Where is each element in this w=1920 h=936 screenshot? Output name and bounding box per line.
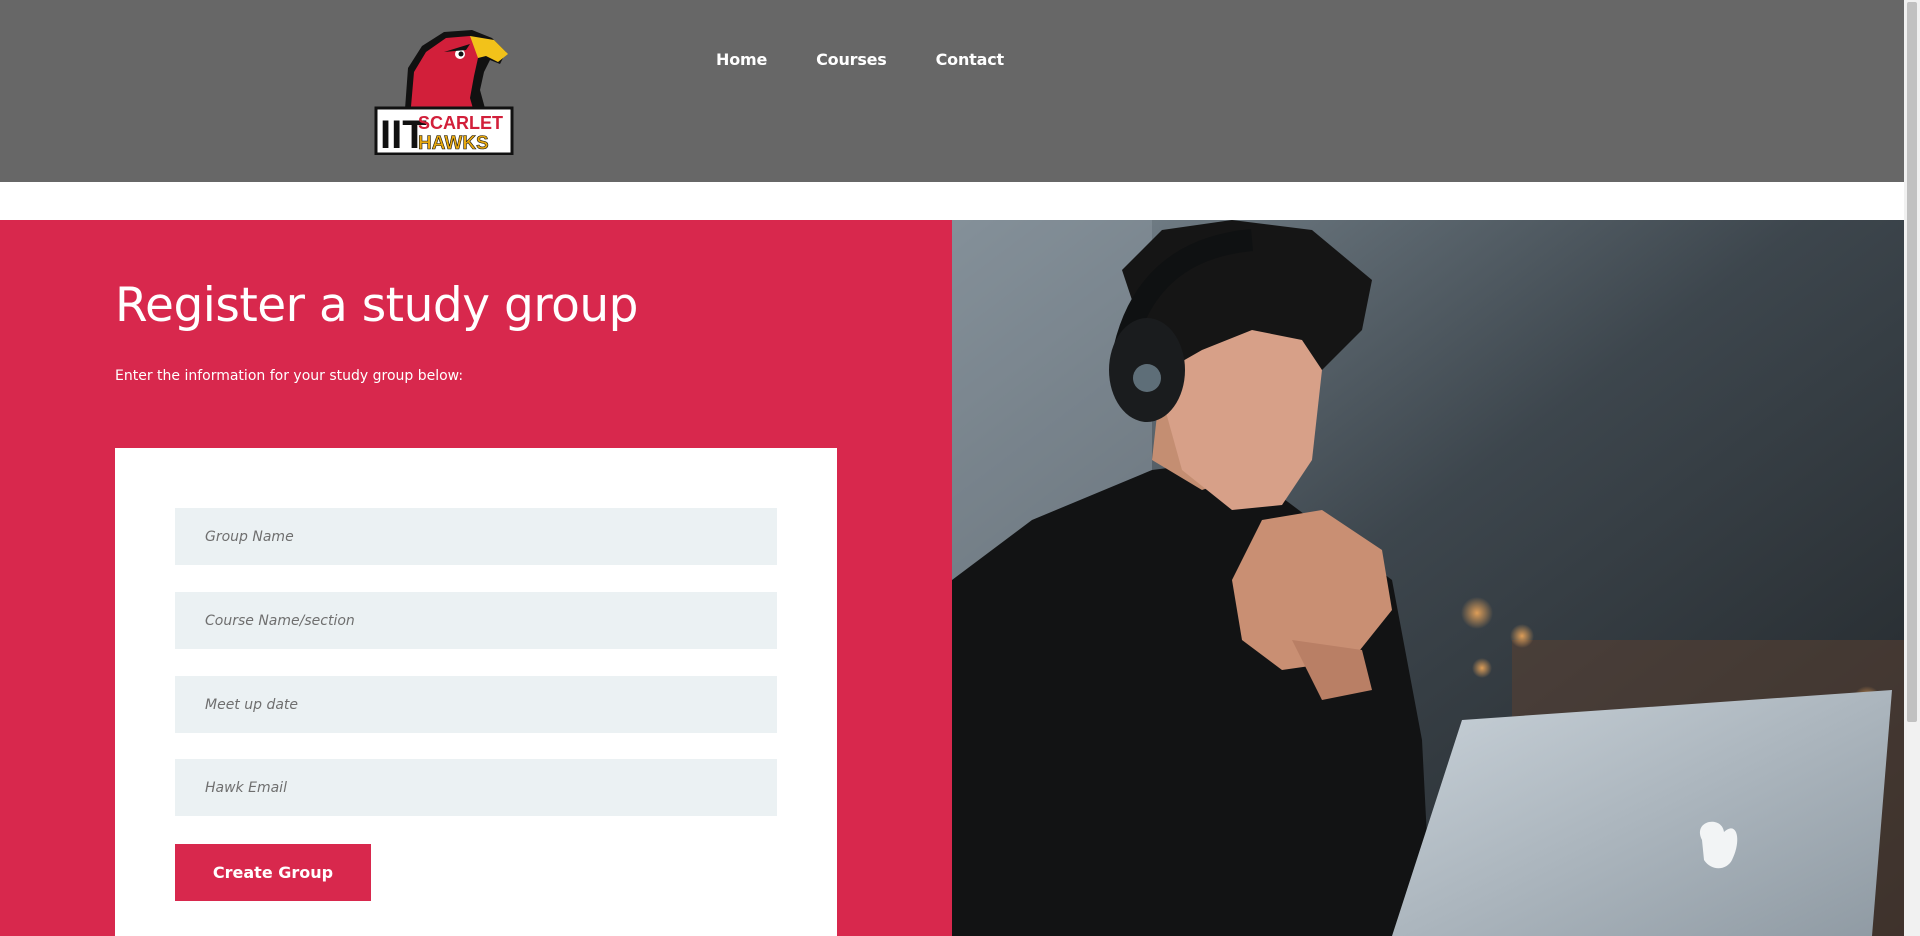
register-section: Register a study group Enter the informa…	[0, 220, 1904, 936]
logo-text-hawks: HAWKS	[418, 133, 489, 154]
hawk-email-input[interactable]	[175, 759, 777, 816]
scrollbar-thumb[interactable]	[1907, 2, 1917, 722]
group-name-input[interactable]	[175, 508, 777, 565]
course-name-section-input[interactable]	[175, 592, 777, 649]
hawk-logo-icon: IIT SCARLET HAWKS	[374, 30, 514, 157]
logo-text-scarlet: SCARLET	[418, 113, 503, 133]
nav-contact-link[interactable]: Contact	[936, 50, 1005, 69]
nav-home-link[interactable]: Home	[716, 50, 767, 69]
create-group-button[interactable]: Create Group	[175, 844, 371, 901]
register-panel: Register a study group Enter the informa…	[0, 220, 952, 936]
site-header: IIT SCARLET HAWKS Home Courses Contact	[0, 0, 1904, 182]
page-subtitle: Enter the information for your study gro…	[115, 368, 464, 384]
study-group-form: Create Group	[115, 448, 837, 936]
student-photo	[952, 220, 1904, 936]
student-with-headphones-photo-icon	[952, 220, 1904, 936]
scarlet-hawks-logo[interactable]: IIT SCARLET HAWKS	[374, 28, 516, 157]
page-scrollbar[interactable]	[1904, 0, 1920, 936]
meet-up-date-input[interactable]	[175, 676, 777, 733]
page-title: Register a study group	[115, 278, 638, 333]
main-nav: Home Courses Contact	[716, 50, 1004, 69]
nav-courses-link[interactable]: Courses	[816, 50, 887, 69]
page: IIT SCARLET HAWKS Home Courses Contact R…	[0, 0, 1920, 936]
